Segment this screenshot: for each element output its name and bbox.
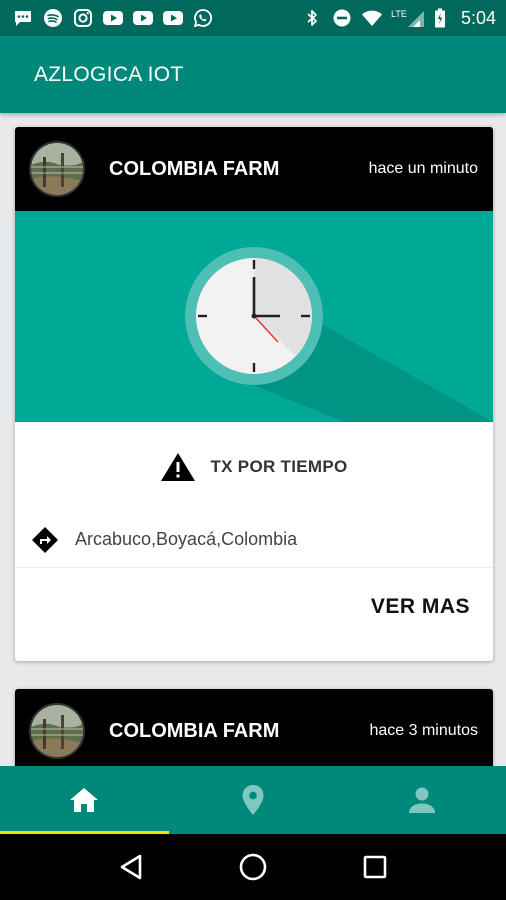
whatsapp-icon <box>192 9 214 28</box>
farm-avatar <box>29 141 85 197</box>
spotify-icon <box>42 9 64 27</box>
network-type-label: LTE <box>391 9 407 19</box>
card-header: COLOMBIA FARM hace un minuto <box>15 127 493 211</box>
recents-button[interactable] <box>355 847 395 887</box>
youtube-icon <box>162 9 184 27</box>
event-card[interactable]: COLOMBIA FARM hace 3 minutos <box>15 689 493 766</box>
chat-icon <box>12 9 34 27</box>
bluetooth-icon <box>301 9 323 27</box>
location-row: Arcabuco,Boyacá,Colombia <box>15 512 493 568</box>
app-bar: AZLOGICA IOT <box>0 36 506 113</box>
location-pin-icon <box>242 785 264 815</box>
card-actions: VER MAS <box>15 568 493 646</box>
battery-icon <box>433 8 447 28</box>
youtube-icon <box>102 9 124 27</box>
clock-time: 5:04 <box>460 7 496 28</box>
nav-map[interactable] <box>169 766 338 834</box>
event-time: hace un minuto <box>368 160 478 177</box>
farm-name: COLOMBIA FARM <box>109 157 280 180</box>
warning-icon <box>161 453 196 481</box>
clock-icon <box>15 211 493 422</box>
app-title: AZLOGICA IOT <box>34 62 184 86</box>
home-circle-icon <box>239 853 267 881</box>
system-navigation-bar <box>0 834 506 900</box>
back-icon <box>120 854 142 880</box>
person-icon <box>408 787 435 813</box>
recents-icon <box>363 855 387 879</box>
directions-icon <box>32 526 58 553</box>
alert-type-label: TX POR TIEMPO <box>210 457 348 476</box>
notification-icons <box>12 9 214 28</box>
instagram-icon <box>72 9 94 27</box>
feed[interactable]: COLOMBIA FARM hace un minuto TX POR TIEM… <box>0 113 506 766</box>
nav-home[interactable] <box>0 766 169 834</box>
status-bar: LTE 5:04 <box>0 0 506 36</box>
wifi-icon <box>361 9 383 27</box>
home-button[interactable] <box>233 847 273 887</box>
farm-name: COLOMBIA FARM <box>109 719 280 742</box>
alert-type-row: TX POR TIEMPO <box>15 422 493 512</box>
back-button[interactable] <box>111 847 151 887</box>
bottom-navigation <box>0 766 506 834</box>
location-text: Arcabuco,Boyacá,Colombia <box>75 529 298 549</box>
nav-profile[interactable] <box>337 766 506 834</box>
ver-mas-button[interactable]: VER MAS <box>371 595 470 619</box>
card-header: COLOMBIA FARM hace 3 minutos <box>15 689 493 766</box>
youtube-icon <box>132 9 154 27</box>
event-illustration <box>15 211 493 422</box>
event-time: hace 3 minutos <box>369 722 478 739</box>
do-not-disturb-icon <box>331 9 353 27</box>
lte-signal-icon: LTE <box>391 9 425 27</box>
system-status-icons: LTE 5:04 <box>301 8 496 29</box>
event-card[interactable]: COLOMBIA FARM hace un minuto TX POR TIEM… <box>15 127 493 661</box>
home-icon <box>70 788 99 812</box>
farm-avatar <box>29 703 85 759</box>
